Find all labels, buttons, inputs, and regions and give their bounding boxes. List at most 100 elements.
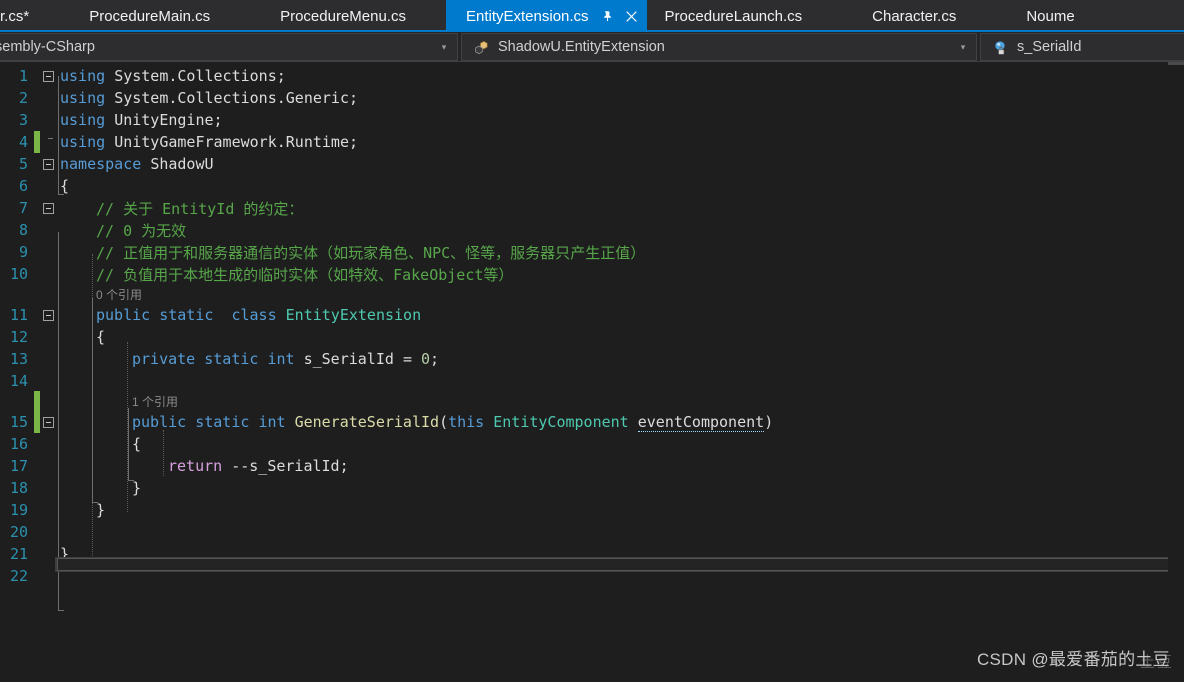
tab-character[interactable]: Character.cs xyxy=(842,0,997,32)
code-text: // 关于 EntityId 的约定： xyxy=(56,198,1184,219)
change-marker xyxy=(34,326,40,348)
token-brace: } xyxy=(96,501,106,519)
code-line[interactable]: 14 xyxy=(0,370,1184,392)
line-number: 21 xyxy=(9,545,28,563)
token-class-name: EntityExtension xyxy=(285,306,422,324)
tab-label: Noume xyxy=(1026,7,1075,25)
code-text: } xyxy=(56,501,1184,519)
code-line[interactable]: 19 } xyxy=(0,499,1184,521)
project-dropdown[interactable]: sembly-CSharp ▾ xyxy=(0,33,458,61)
token-keyword: class xyxy=(231,306,277,324)
tab-procedure-main[interactable]: ProcedureMain.cs xyxy=(49,0,251,32)
code-text: return --s_SerialId; xyxy=(56,457,1184,475)
token-control-keyword: return xyxy=(168,457,223,475)
token-keyword: using xyxy=(60,111,106,129)
vertical-scrollbar-thumb[interactable] xyxy=(1168,62,1184,65)
line-number: 3 xyxy=(18,111,28,129)
fold-toggle[interactable] xyxy=(40,309,56,321)
line-number: 18 xyxy=(9,479,28,497)
fold-toggle[interactable] xyxy=(40,202,56,214)
token-namespace-path: UnityEngine; xyxy=(114,111,223,129)
token-semicolon: ; xyxy=(430,350,440,368)
code-line[interactable]: 17 return --s_SerialId; xyxy=(0,455,1184,477)
code-text: private static int s_SerialId = 0; xyxy=(56,350,1184,368)
token-brace: { xyxy=(132,435,142,453)
code-line[interactable]: 20 xyxy=(0,521,1184,543)
line-number: 22 xyxy=(9,567,28,585)
close-icon[interactable] xyxy=(623,7,641,25)
tab-noumenon-partial[interactable]: Noume xyxy=(996,0,1075,32)
chevron-down-icon[interactable]: ▾ xyxy=(954,42,972,53)
tab-entity-extension[interactable]: EntityExtension.cs xyxy=(445,0,647,32)
tab-partial-left[interactable]: r.cs* xyxy=(0,0,50,32)
code-text: using System.Collections.Generic; xyxy=(56,89,1184,107)
line-number: 5 xyxy=(18,155,28,173)
tab-procedure-launch[interactable]: ProcedureLaunch.cs xyxy=(646,0,843,32)
token-brace: { xyxy=(60,177,70,195)
change-marker xyxy=(34,455,40,477)
token-comment: // 负值用于本地生成的临时实体（如特效、FakeObject等） xyxy=(96,265,514,284)
line-number: 4 xyxy=(18,133,28,151)
fold-toggle[interactable] xyxy=(40,416,56,428)
line-number: 9 xyxy=(18,243,28,261)
code-line[interactable]: 11 public static class EntityExtension xyxy=(0,304,1184,326)
code-line[interactable]: 15 public static int GenerateSerialId(th… xyxy=(0,411,1184,433)
code-line[interactable]: 16 { xyxy=(0,433,1184,455)
horizontal-scrollbar[interactable] xyxy=(55,557,1184,572)
watermark-ghost-text: 土豆 xyxy=(1139,654,1174,671)
code-line[interactable]: 5 namespace ShadowU xyxy=(0,153,1184,175)
line-number: 19 xyxy=(9,501,28,519)
codelens-method-references[interactable]: 1 个引用 xyxy=(0,390,1184,413)
code-line[interactable]: 18 } xyxy=(0,477,1184,499)
code-line[interactable]: 10 // 负值用于本地生成的临时实体（如特效、FakeObject等） xyxy=(0,263,1184,285)
token-keyword: this xyxy=(448,413,485,431)
code-line[interactable]: 1 using System.Collections; xyxy=(0,65,1184,87)
code-line[interactable]: 3 using UnityEngine; xyxy=(0,109,1184,131)
code-line[interactable]: 13 private static int s_SerialId = 0; xyxy=(0,348,1184,370)
code-line[interactable]: 2 using System.Collections.Generic; xyxy=(0,87,1184,109)
change-marker xyxy=(34,477,40,499)
token-parameter-name: eventComponent xyxy=(637,413,765,432)
type-dropdown[interactable]: ShadowU.EntityExtension ▾ xyxy=(461,33,977,61)
change-marker xyxy=(34,499,40,521)
horizontal-scrollbar-thumb[interactable] xyxy=(57,558,1182,571)
token-field-name: s_SerialId xyxy=(303,350,394,368)
code-text: public static int GenerateSerialId(this … xyxy=(56,413,1184,432)
change-marker xyxy=(34,521,40,543)
code-line[interactable]: 4 using UnityGameFramework.Runtime; xyxy=(0,131,1184,153)
tab-procedure-menu[interactable]: ProcedureMenu.cs xyxy=(250,0,446,32)
private-field-icon xyxy=(989,37,1011,57)
code-line[interactable]: 7 // 关于 EntityId 的约定： xyxy=(0,197,1184,219)
code-line[interactable]: 12 { xyxy=(0,326,1184,348)
code-line[interactable]: 6 { xyxy=(0,175,1184,197)
fold-toggle[interactable] xyxy=(40,158,56,170)
token-number: 0 xyxy=(421,350,431,368)
change-marker xyxy=(34,131,40,153)
change-marker xyxy=(34,543,40,565)
code-text: // 0 为无效 xyxy=(56,220,1184,241)
codelens-text[interactable]: 0 个引用 xyxy=(56,286,142,303)
change-marker xyxy=(34,263,40,285)
vertical-scrollbar[interactable] xyxy=(1168,62,1184,682)
pin-icon[interactable] xyxy=(599,7,617,25)
codelens-text[interactable]: 1 个引用 xyxy=(56,393,178,410)
fold-toggle[interactable] xyxy=(40,70,56,82)
code-text: using UnityGameFramework.Runtime; xyxy=(56,133,1184,151)
tab-label: EntityExtension.cs xyxy=(465,7,589,25)
member-dropdown[interactable]: s_SerialId xyxy=(980,33,1184,61)
code-line[interactable]: 8 // 0 为无效 xyxy=(0,219,1184,241)
codelens-class-references[interactable]: 0 个引用 xyxy=(0,285,1184,304)
change-marker xyxy=(34,284,40,306)
tab-label: Character.cs xyxy=(872,7,957,25)
code-text: { xyxy=(56,177,1184,195)
watermark: CSDN @最爱番茄的土豆 土豆 xyxy=(977,645,1172,671)
token-namespace-name: ShadowU xyxy=(150,155,214,173)
code-editor[interactable]: 1 using System.Collections; 2 using Syst… xyxy=(0,62,1184,682)
code-line[interactable]: 9 // 正值用于和服务器通信的实体（如玩家角色、NPC、怪等，服务器只产生正值… xyxy=(0,241,1184,263)
code-text: // 负值用于本地生成的临时实体（如特效、FakeObject等） xyxy=(56,264,1184,285)
token-keyword: static xyxy=(204,350,259,368)
line-number: 1 xyxy=(18,67,28,85)
chevron-down-icon[interactable]: ▾ xyxy=(435,42,453,53)
tab-label: r.cs* xyxy=(0,7,30,25)
token-keyword: public xyxy=(132,413,187,431)
